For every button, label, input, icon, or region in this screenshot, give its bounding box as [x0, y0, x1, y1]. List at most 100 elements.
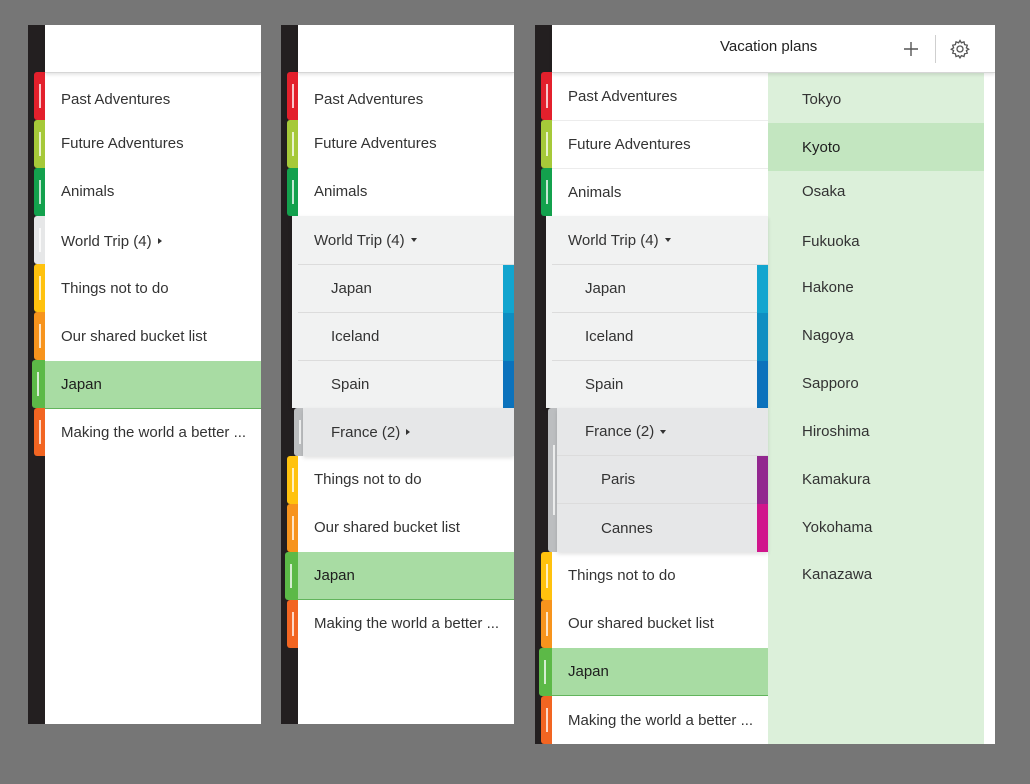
page-item[interactable]: Yokohama: [768, 503, 984, 551]
section-animals[interactable]: Animals: [298, 167, 514, 215]
section-group-world-trip[interactable]: World Trip (4): [45, 217, 261, 265]
section-tab-bucket[interactable]: [287, 504, 298, 552]
section-tab-things[interactable]: [287, 456, 298, 504]
page-title: Osaka: [802, 182, 846, 200]
section-tab-things[interactable]: [34, 264, 45, 312]
page-item[interactable]: Nagoya: [768, 311, 984, 359]
subsection-tab-spain[interactable]: [503, 361, 514, 408]
page-item[interactable]: Sapporo: [768, 359, 984, 407]
page-item[interactable]: Tokyo: [768, 75, 984, 123]
page-item[interactable]: Hiroshima: [768, 407, 984, 455]
subsection-tab-japan[interactable]: [503, 265, 514, 313]
section-tab-animals[interactable]: [34, 168, 45, 216]
section-future-adventures[interactable]: Future Adventures: [552, 121, 768, 169]
section-japan-selected[interactable]: Japan: [298, 552, 514, 600]
subgroup-france[interactable]: France (2): [303, 408, 514, 456]
section-tab-making[interactable]: [34, 408, 45, 456]
section-tab-japan[interactable]: [285, 552, 298, 600]
subsection-tab-iceland[interactable]: [757, 313, 768, 361]
section-tab-japan[interactable]: [539, 648, 552, 696]
section-tab-bucket[interactable]: [34, 312, 45, 360]
page-item[interactable]: Osaka: [768, 167, 984, 215]
page-item-selected[interactable]: Kyoto: [768, 123, 984, 171]
section-tab-making[interactable]: [287, 600, 298, 648]
subsection-japan[interactable]: Japan: [552, 265, 757, 313]
subsection-label: Iceland: [585, 328, 634, 345]
section-past-adventures[interactable]: Past Adventures: [552, 73, 768, 121]
section-tab-past[interactable]: [287, 72, 298, 120]
page-title: Yokohama: [802, 518, 873, 536]
section-tab-past[interactable]: [34, 72, 45, 120]
subsection-spain[interactable]: Spain: [552, 361, 757, 408]
settings-button[interactable]: [948, 37, 972, 61]
page-item[interactable]: Kamakura: [768, 455, 984, 503]
subsection-paris[interactable]: Paris: [557, 456, 757, 504]
page-item[interactable]: Kanazawa: [768, 550, 984, 598]
subsection-tab-france[interactable]: [294, 408, 303, 456]
section-label: Japan: [314, 567, 355, 584]
section-tab-past[interactable]: [541, 72, 552, 120]
section-past-adventures[interactable]: Past Adventures: [298, 77, 514, 121]
add-button[interactable]: [900, 38, 922, 60]
caret-down-icon[interactable]: [660, 429, 667, 434]
section-past-adventures[interactable]: Past Adventures: [45, 77, 261, 121]
page-list: Tokyo Kyoto Osaka Fukuoka Hakone Nagoya …: [768, 73, 984, 744]
section-tab-making[interactable]: [541, 696, 552, 744]
caret-right-icon[interactable]: [406, 429, 411, 435]
subsection-label: Japan: [585, 280, 626, 297]
section-label: Things not to do: [61, 279, 169, 297]
section-shared-bucket-list[interactable]: Our shared bucket list: [552, 600, 768, 647]
section-tab-animals[interactable]: [541, 168, 552, 216]
subsection-iceland[interactable]: Iceland: [552, 313, 757, 361]
caret-down-icon[interactable]: [664, 238, 671, 242]
notebook-title: Vacation plans: [720, 38, 818, 55]
section-label: Making the world a better ...: [314, 615, 500, 632]
section-things-not-to-do[interactable]: Things not to do: [298, 456, 514, 502]
section-animals[interactable]: Animals: [552, 169, 768, 217]
section-tab-animals[interactable]: [287, 168, 298, 216]
subsection-tab-iceland[interactable]: [503, 313, 514, 361]
section-label: Future Adventures: [568, 136, 691, 153]
section-group-world-trip[interactable]: World Trip (4): [298, 216, 514, 265]
section-tab-things[interactable]: [541, 552, 552, 600]
section-things-not-to-do[interactable]: Things not to do: [552, 552, 768, 598]
page-item[interactable]: Hakone: [768, 263, 984, 311]
subsection-spain[interactable]: Spain: [298, 361, 503, 408]
section-group-world-trip[interactable]: World Trip (4): [552, 216, 768, 265]
subsection-tab-cannes[interactable]: [757, 504, 768, 552]
section-tab-future[interactable]: [287, 120, 298, 168]
subgroup-france-header[interactable]: France (2): [557, 408, 768, 456]
section-animals[interactable]: Animals: [45, 167, 261, 215]
subsection-tab-paris[interactable]: [757, 456, 768, 504]
section-shared-bucket-list[interactable]: Our shared bucket list: [298, 504, 514, 551]
page-title: Kanazawa: [802, 565, 873, 583]
subsection-cannes[interactable]: Cannes: [557, 504, 757, 552]
subsection-label: Iceland: [331, 328, 380, 345]
section-making-world-better[interactable]: Making the world a better ...: [45, 409, 247, 456]
caret-down-icon[interactable]: [410, 238, 417, 242]
section-making-world-better[interactable]: Making the world a better ...: [552, 696, 768, 744]
section-tab-future[interactable]: [34, 120, 45, 168]
section-japan-selected[interactable]: Japan: [45, 361, 261, 409]
caret-right-icon[interactable]: [157, 238, 162, 244]
section-tab-japan[interactable]: [32, 360, 45, 408]
section-label: Our shared bucket list: [568, 615, 714, 632]
section-things-not-to-do[interactable]: Things not to do: [45, 265, 261, 311]
section-shared-bucket-list[interactable]: Our shared bucket list: [45, 313, 261, 360]
page-title: Tokyo: [802, 90, 842, 108]
section-making-world-better[interactable]: Making the world a better ...: [298, 600, 500, 647]
subsection-tab-france[interactable]: [548, 408, 557, 552]
section-tab-bucket[interactable]: [541, 600, 552, 648]
subsection-tab-spain[interactable]: [757, 361, 768, 408]
section-future-adventures[interactable]: Future Adventures: [298, 121, 514, 165]
section-future-adventures[interactable]: Future Adventures: [45, 121, 261, 165]
subsection-iceland[interactable]: Iceland: [298, 313, 503, 361]
subsection-label: France (2): [331, 423, 401, 441]
page-item[interactable]: Fukuoka: [768, 217, 984, 265]
subsection-label: Spain: [331, 376, 370, 393]
section-japan-selected[interactable]: Japan: [552, 648, 768, 696]
section-tab-future[interactable]: [541, 120, 552, 168]
section-tab-world-trip[interactable]: [34, 216, 45, 264]
subsection-japan[interactable]: Japan: [298, 265, 503, 313]
subsection-tab-japan[interactable]: [757, 265, 768, 313]
